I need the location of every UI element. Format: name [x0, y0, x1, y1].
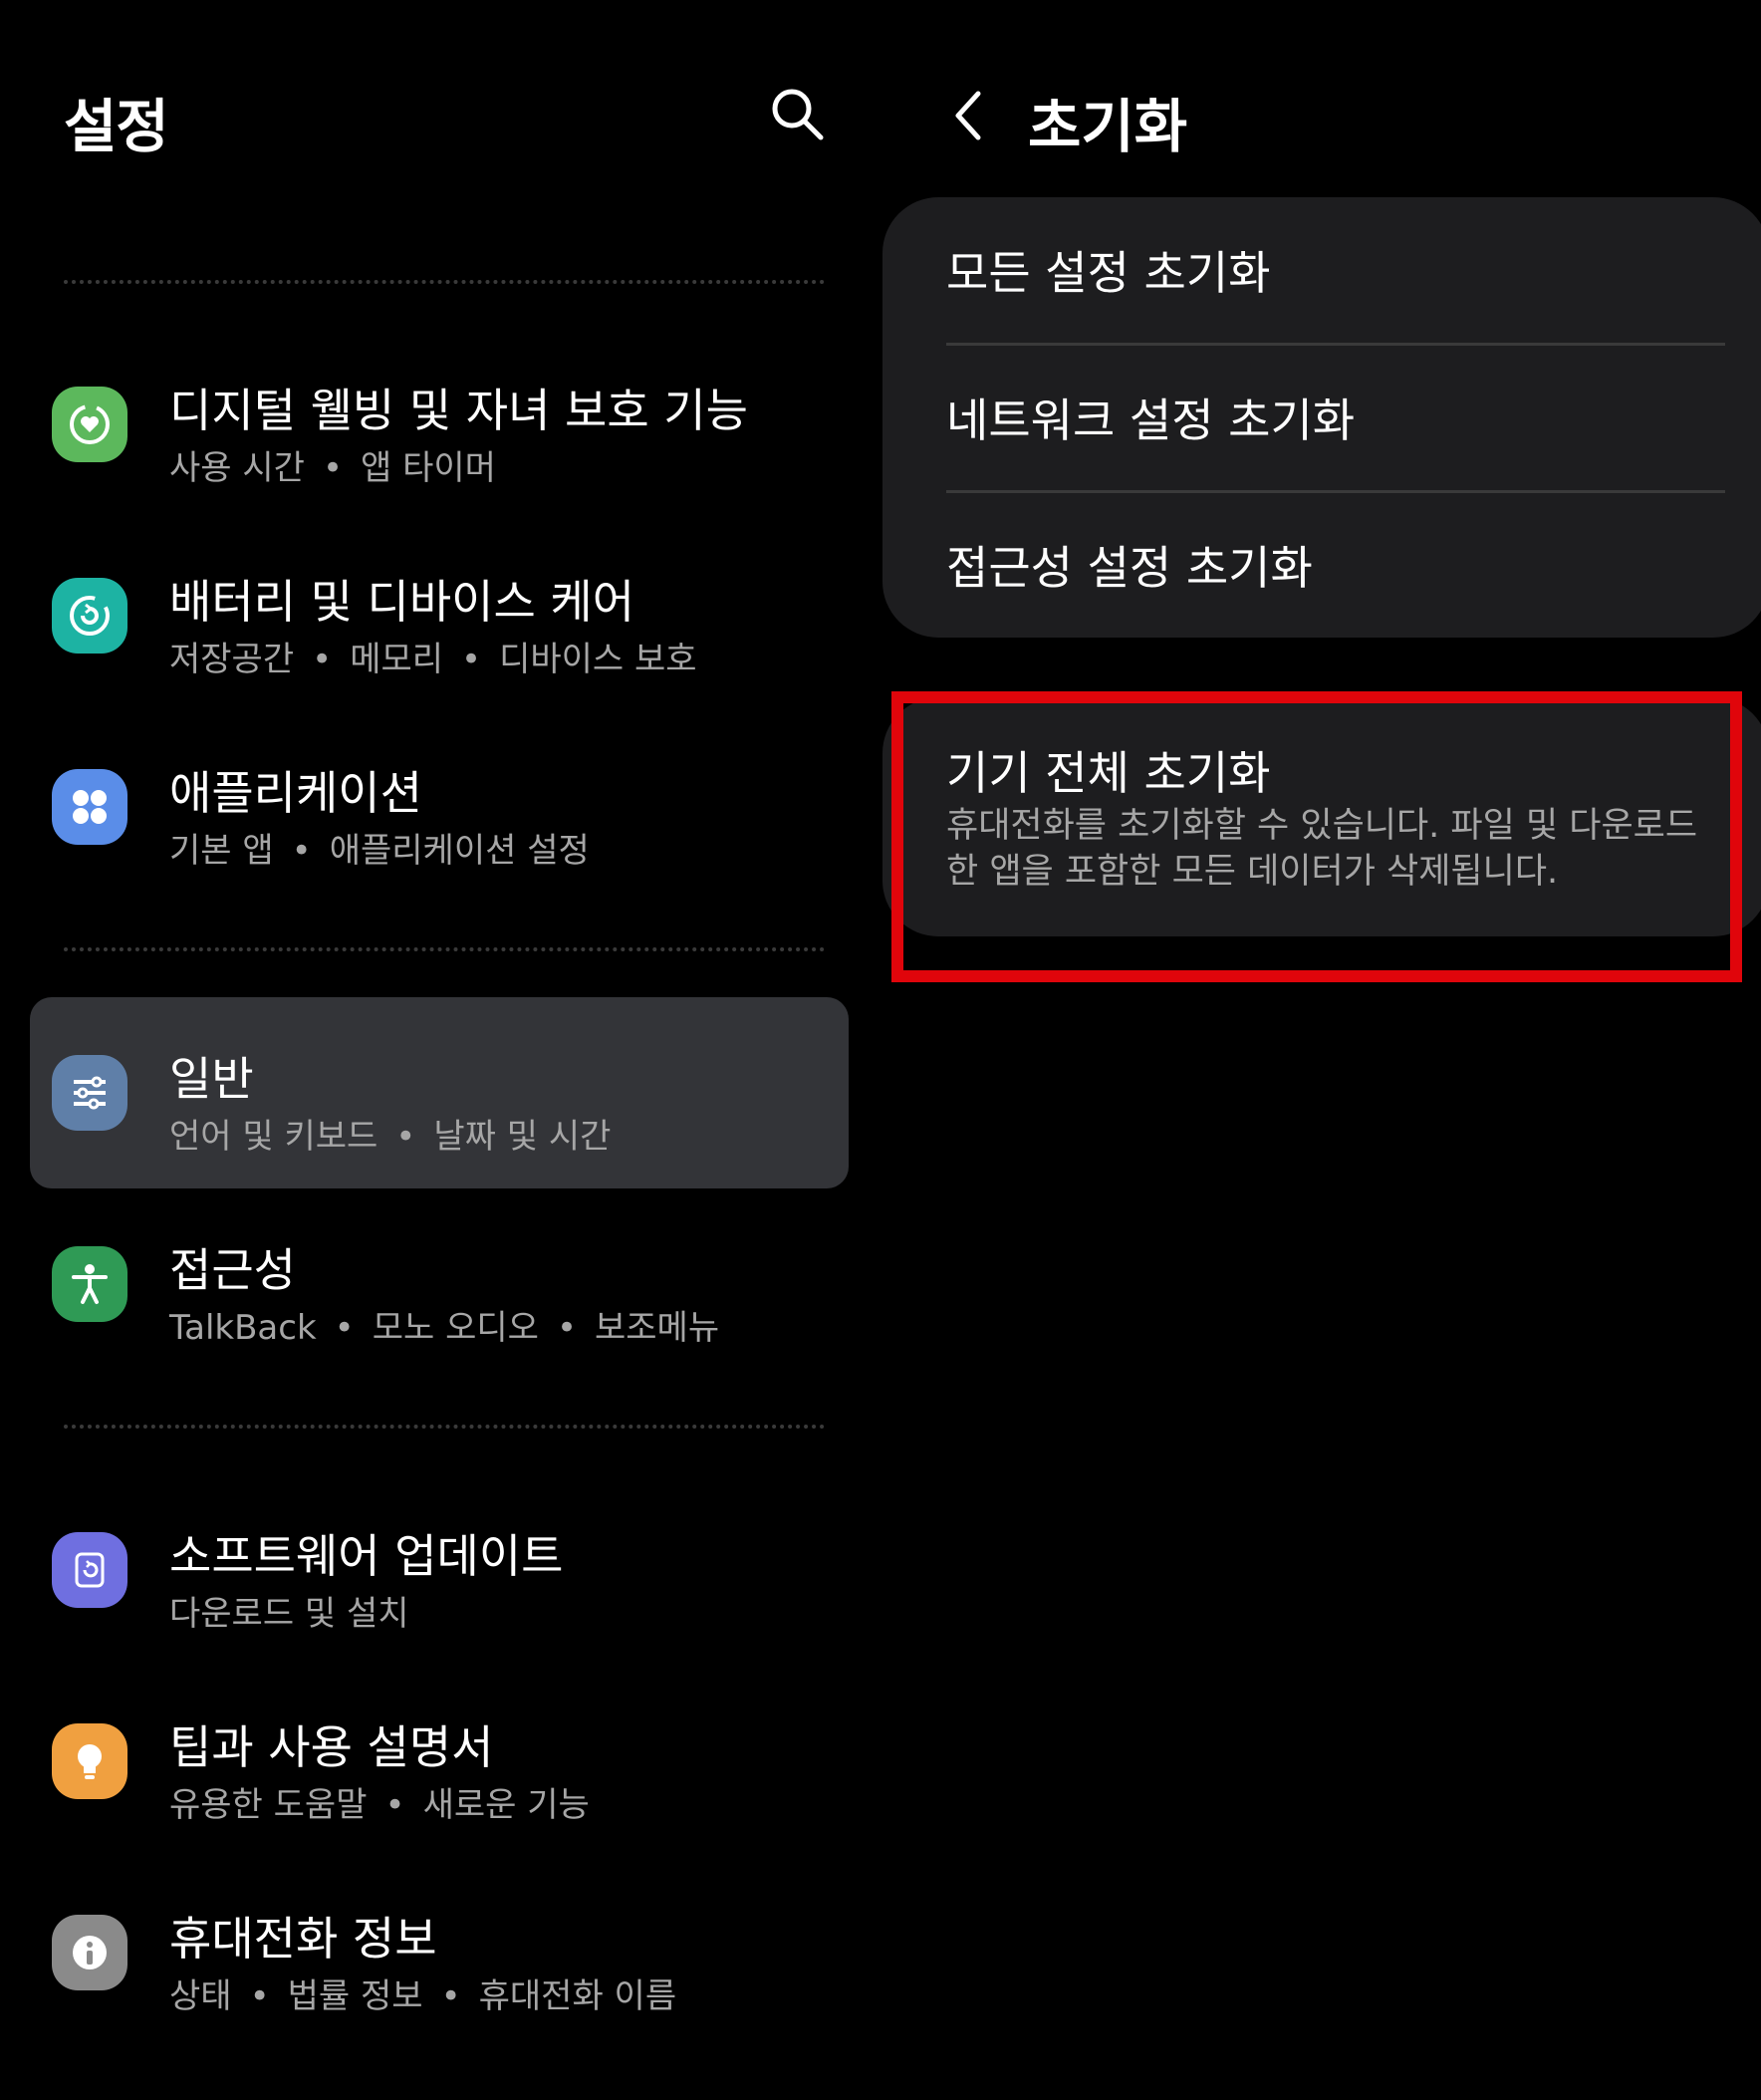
item-subtitle: 사용 시간 • 앱 타이머	[169, 448, 496, 488]
item-subtitle: 저장공간 • 메모리 • 디바이스 보호	[169, 640, 697, 679]
reset-panel: 초기화 모든 설정 초기화 네트워크 설정 초기화 접근성 설정 초기화 기기 …	[865, 0, 1761, 2100]
item-title: 휴대전화 정보	[169, 1912, 437, 1966]
item-title: 소프트웨어 업데이트	[169, 1529, 564, 1583]
settings-item-device-care[interactable]: 배터리 및 디바이스 케어 저장공간 • 메모리 • 디바이스 보호	[30, 520, 849, 711]
search-icon[interactable]	[767, 84, 827, 143]
reset-page-title: 초기화	[1028, 93, 1188, 160]
reset-options-card: 모든 설정 초기화 네트워크 설정 초기화 접근성 설정 초기화	[882, 197, 1761, 638]
item-title: 배터리 및 디바이스 케어	[169, 575, 635, 629]
tips-icon	[52, 1723, 127, 1799]
item-title: 애플리케이션	[169, 766, 422, 820]
settings-item-tips[interactable]: 팁과 사용 설명서 유용한 도움말 • 새로운 기능	[30, 1666, 849, 1857]
reset-all-settings-option[interactable]: 모든 설정 초기화	[882, 197, 1761, 345]
back-arrow-icon[interactable]	[944, 86, 992, 145]
factory-reset-description: 휴대전화를 초기화할 수 있습니다. 파일 및 다운로드한 앱을 포함한 모든 …	[946, 806, 1698, 892]
factory-reset-title: 기기 전체 초기화	[946, 746, 1271, 800]
settings-item-phone-info[interactable]: 휴대전화 정보 상태 • 법률 정보 • 휴대전화 이름	[30, 1857, 849, 2048]
settings-panel: 설정 디지털 웰빙 및 자녀 보호 기능 사용 시간 • 앱 타이머 배터리 및 디…	[0, 0, 865, 2100]
device-care-icon	[52, 578, 127, 654]
item-title: 접근성	[169, 1243, 296, 1297]
item-subtitle: 상태 • 법률 정보 • 휴대전화 이름	[169, 1976, 677, 2016]
settings-item-applications[interactable]: 애플리케이션 기본 앱 • 애플리케이션 설정	[30, 711, 849, 903]
reset-network-settings-option[interactable]: 네트워크 설정 초기화	[882, 345, 1761, 492]
software-update-icon	[52, 1532, 127, 1608]
settings-item-software-update[interactable]: 소프트웨어 업데이트 다운로드 및 설치	[30, 1474, 849, 1666]
accessibility-icon	[52, 1246, 127, 1322]
settings-item-digital-wellbeing[interactable]: 디지털 웰빙 및 자녀 보호 기능 사용 시간 • 앱 타이머	[30, 329, 849, 520]
section-divider	[64, 280, 825, 284]
item-subtitle: 유용한 도움말 • 새로운 기능	[169, 1785, 590, 1825]
digital-wellbeing-icon	[52, 387, 127, 462]
settings-title: 설정	[64, 93, 169, 160]
item-subtitle: 기본 앱 • 애플리케이션 설정	[169, 831, 590, 871]
section-divider	[64, 947, 825, 951]
item-subtitle: 다운로드 및 설치	[169, 1594, 409, 1634]
item-title: 팁과 사용 설명서	[169, 1720, 494, 1774]
settings-item-general[interactable]: 일반 언어 및 키보드 • 날짜 및 시간	[30, 997, 849, 1188]
factory-data-reset-option[interactable]: 기기 전체 초기화 휴대전화를 초기화할 수 있습니다. 파일 및 다운로드한 …	[882, 697, 1761, 936]
item-subtitle: 언어 및 키보드 • 날짜 및 시간	[169, 1117, 612, 1157]
reset-accessibility-settings-option[interactable]: 접근성 설정 초기화	[882, 492, 1761, 640]
item-title: 디지털 웰빙 및 자녀 보호 기능	[169, 384, 748, 437]
general-management-icon	[52, 1055, 127, 1131]
apps-icon	[52, 769, 127, 845]
item-subtitle: TalkBack • 모노 오디오 • 보조메뉴	[169, 1308, 720, 1348]
settings-item-accessibility[interactable]: 접근성 TalkBack • 모노 오디오 • 보조메뉴	[30, 1188, 849, 1380]
section-divider	[64, 1425, 825, 1429]
phone-info-icon	[52, 1915, 127, 1990]
item-title: 일반	[169, 1052, 254, 1106]
